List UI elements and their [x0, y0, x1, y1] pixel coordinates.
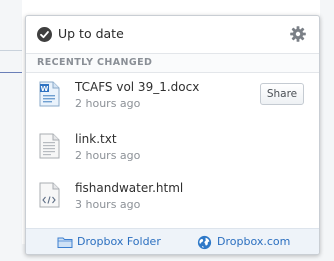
sync-status-text: Up to date	[58, 26, 124, 41]
word-doc-icon: W	[39, 81, 60, 107]
html-file-icon	[39, 182, 60, 208]
file-time: 2 hours ago	[75, 149, 141, 162]
file-list-item[interactable]: link.txt 2 hours ago	[26, 125, 319, 175]
dropbox-website-label: Dropbox.com	[217, 235, 291, 248]
dropbox-folder-label: Dropbox Folder	[77, 235, 161, 248]
text-file-icon	[39, 133, 60, 159]
file-name: link.txt	[75, 132, 117, 146]
svg-text:W: W	[41, 85, 49, 93]
background-window-right	[320, 0, 334, 261]
sync-status-bar: Up to date	[26, 16, 319, 52]
recently-changed-header: RECENTLY CHANGED	[26, 53, 319, 73]
section-title: RECENTLY CHANGED	[37, 57, 153, 68]
dropbox-popup-panel: Up to date RECENTLY CHANGED W TCAFS vol …	[25, 15, 320, 255]
share-button[interactable]: Share	[260, 83, 304, 105]
file-list-item[interactable]: W TCAFS vol 39_1.docx 2 hours ago Share	[26, 73, 319, 123]
file-list-item[interactable]: fishandwater.html 3 hours ago	[26, 174, 319, 224]
check-circle-icon	[37, 27, 52, 42]
background-divider	[0, 50, 22, 51]
file-time: 3 hours ago	[75, 198, 141, 211]
globe-icon	[197, 235, 212, 250]
folder-icon	[57, 237, 73, 248]
background-window-left	[0, 0, 22, 261]
background-divider-blue	[0, 72, 22, 73]
file-name: TCAFS vol 39_1.docx	[75, 80, 200, 94]
file-name: fishandwater.html	[75, 181, 184, 195]
file-time: 2 hours ago	[75, 97, 141, 110]
gear-icon[interactable]	[289, 25, 307, 43]
popup-footer: Dropbox Folder Dropbox.com	[26, 228, 319, 254]
